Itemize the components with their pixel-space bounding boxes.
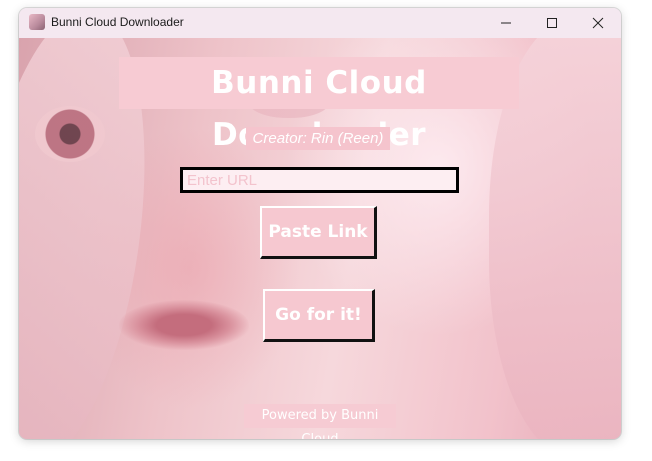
- paste-link-button[interactable]: Paste Link: [260, 206, 377, 259]
- creator-label: Creator: Rin (Reen): [246, 127, 390, 150]
- maximize-button[interactable]: [529, 8, 575, 38]
- window-title: Bunni Cloud Downloader: [51, 15, 184, 29]
- footer-label: Powered by Bunni Cloud: [244, 404, 396, 439]
- go-button[interactable]: Go for it!: [263, 289, 375, 342]
- url-input[interactable]: [180, 167, 459, 193]
- app-avatar-icon: [29, 14, 45, 30]
- page-title: Bunni Cloud Downloader: [119, 57, 519, 153]
- close-icon: [592, 17, 604, 29]
- app-window: Bunni Cloud Downloader Bunni Cloud Downl…: [19, 8, 621, 439]
- maximize-icon: [547, 18, 557, 28]
- artwork-eye: [35, 106, 105, 162]
- close-button[interactable]: [575, 8, 621, 38]
- minimize-button[interactable]: [483, 8, 529, 38]
- background-artwork: Bunni Cloud Downloader Creator: Rin (Ree…: [19, 38, 621, 439]
- title-bar[interactable]: Bunni Cloud Downloader: [19, 8, 621, 38]
- artwork-lips: [119, 300, 249, 350]
- minimize-icon: [501, 22, 511, 24]
